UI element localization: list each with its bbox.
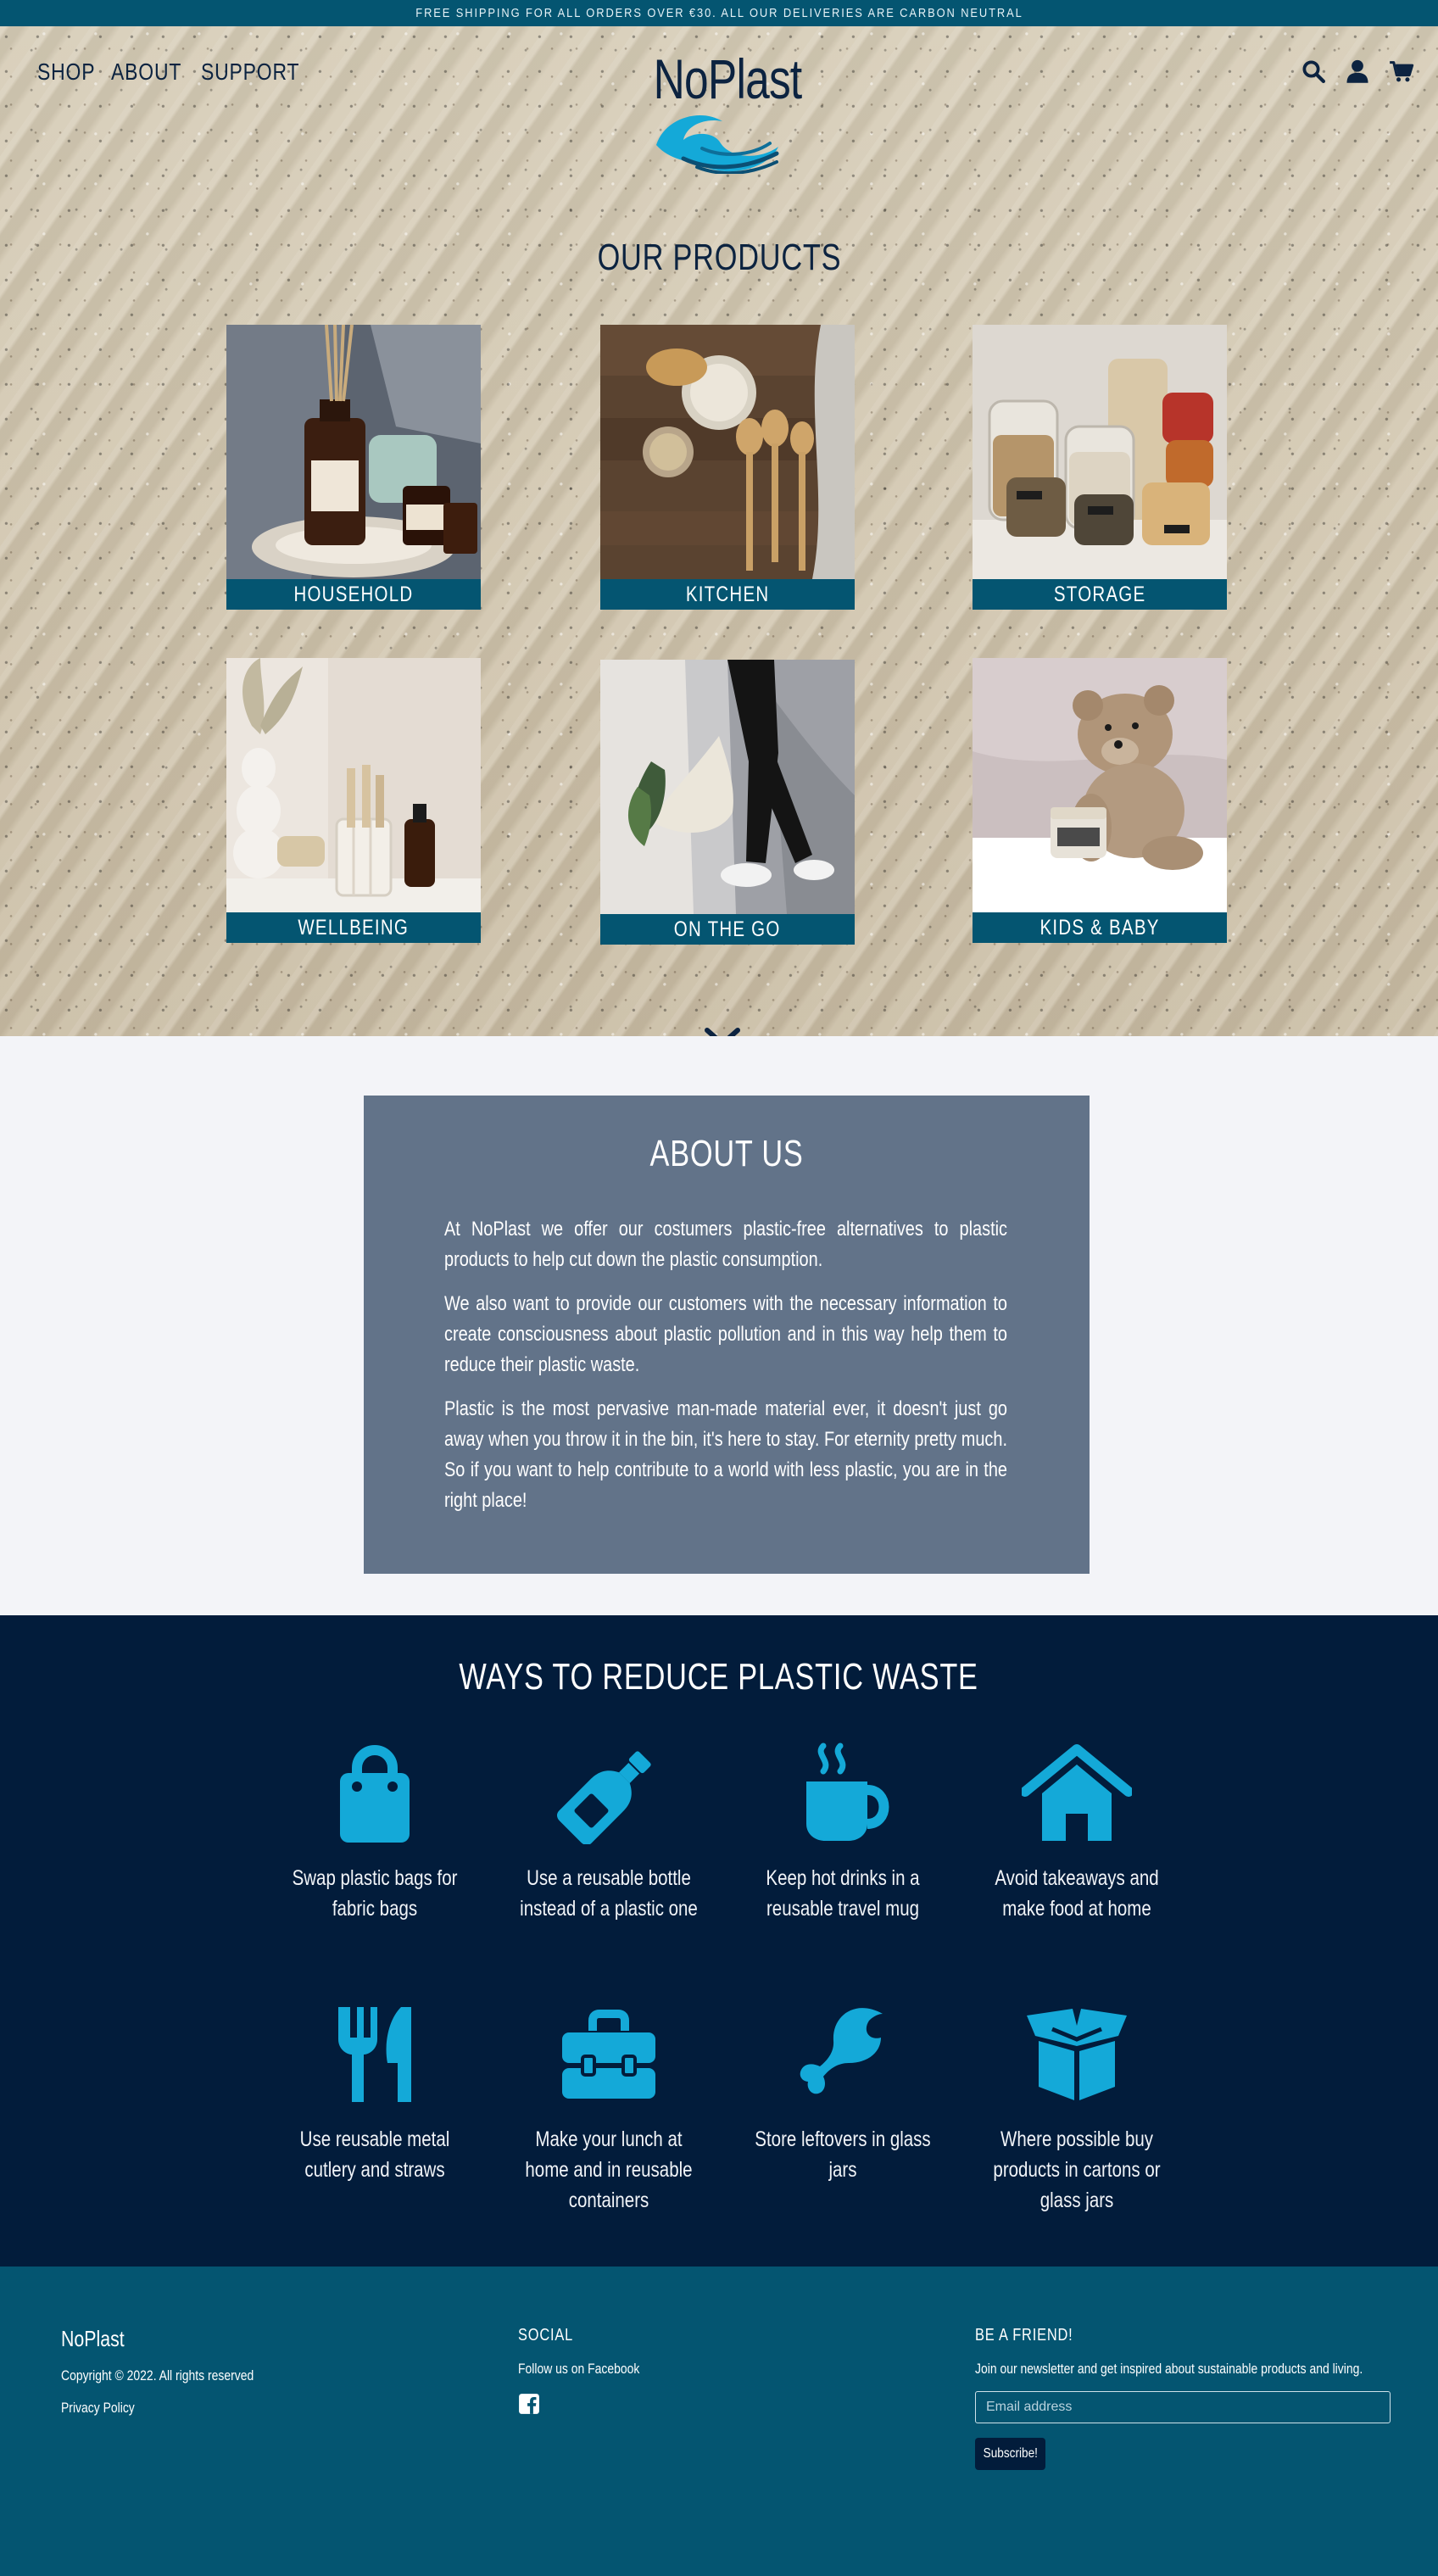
way-item: Avoid takeaways and make food at home (975, 1742, 1179, 1924)
bottle-icon (557, 1751, 651, 1844)
facebook-icon[interactable] (518, 2393, 540, 2415)
nav-link-support[interactable]: SUPPORT (201, 59, 299, 86)
search-icon[interactable] (1301, 59, 1326, 84)
category-label-household: HOUSEHOLD (226, 579, 481, 610)
footer-newsletter-column: BE A FRIEND! Join our newsletter and get… (975, 2326, 1438, 2470)
household-image (226, 325, 481, 579)
about-box: ABOUT US At NoPlast we offer our costume… (364, 1096, 1090, 1574)
logo-text: NoPlast (653, 47, 803, 110)
wellbeing-image (226, 658, 481, 912)
category-card-storage[interactable]: STORAGE (973, 325, 1227, 610)
copyright-text: Copyright © 2022. All rights reserved (61, 2367, 254, 2384)
category-card-household[interactable]: HOUSEHOLD (226, 325, 481, 610)
ways-title: WAYS TO REDUCE PLASTIC WASTE (459, 1656, 979, 1698)
hero-section: SHOP ABOUT SUPPORT NoPlast OUR PRODUCTS (0, 26, 1438, 1036)
category-card-kitchen[interactable]: KITCHEN (600, 325, 855, 610)
mug-hot-icon (806, 1742, 889, 1841)
subscribe-button[interactable]: Subscribe! (975, 2438, 1045, 2470)
way-text: Use a reusable bottle instead of a plast… (520, 1866, 698, 1921)
box-open-icon (1027, 2009, 1127, 2100)
utensils-icon (338, 2007, 411, 2102)
category-label-storage: STORAGE (973, 579, 1227, 610)
about-paragraph: Plastic is the most pervasive man-made m… (444, 1397, 1007, 1512)
category-card-kids-baby[interactable]: KIDS & BABY (973, 658, 1227, 943)
about-paragraph: We also want to provide our customers wi… (444, 1292, 1007, 1376)
footer-brand: NoPlast (61, 2326, 125, 2351)
way-text: Where possible buy products in cartons o… (993, 2127, 1161, 2212)
home-icon (1022, 1744, 1132, 1841)
on-the-go-image (600, 660, 855, 914)
way-text: Avoid takeaways and make food at home (995, 1866, 1159, 1921)
way-text: Use reusable metal cutlery and straws (299, 2127, 450, 2182)
about-text: At NoPlast we offer our costumers plasti… (444, 1214, 1007, 1530)
category-label-kitchen: KITCHEN (600, 579, 855, 610)
facebook-link-text[interactable]: Follow us on Facebook (518, 2361, 639, 2378)
category-label-kids-baby: KIDS & BABY (973, 912, 1227, 943)
wave-logo-icon (656, 114, 779, 174)
way-item: Make your lunch at home and in reusable … (507, 2004, 711, 2216)
category-label-on-the-go: ON THE GO (600, 914, 855, 945)
storage-image (973, 325, 1227, 579)
newsletter-text: Join our newsletter and get inspired abo… (975, 2361, 1363, 2377)
drumstick-icon (800, 2008, 883, 2094)
category-label-wellbeing: WELLBEING (226, 912, 481, 943)
main-nav: SHOP ABOUT SUPPORT (37, 59, 309, 86)
footer: NoPlast Copyright © 2022. All rights res… (0, 2267, 1438, 2576)
email-field[interactable] (975, 2391, 1391, 2423)
header-icons (1301, 59, 1414, 84)
way-item: Where possible buy products in cartons o… (975, 2004, 1179, 2216)
about-section: ABOUT US At NoPlast we offer our costume… (0, 1036, 1438, 1615)
footer-social-column: SOCIAL Follow us on Facebook (518, 2326, 666, 2415)
toolbox-icon (562, 2010, 655, 2099)
ways-section: WAYS TO REDUCE PLASTIC WASTE Swap plasti… (0, 1615, 1438, 2267)
way-item: Keep hot drinks in a reusable travel mug (741, 1742, 945, 1924)
way-item: Use a reusable bottle instead of a plast… (507, 1742, 711, 1924)
way-text: Make your lunch at home and in reusable … (525, 2127, 693, 2212)
nav-link-shop[interactable]: SHOP (37, 59, 95, 86)
way-text: Swap plastic bags for fabric bags (292, 1866, 458, 1921)
newsletter-heading: BE A FRIEND! (975, 2326, 1073, 2345)
way-text: Store leftovers in glass jars (755, 2127, 931, 2182)
way-text: Keep hot drinks in a reusable travel mug (766, 1866, 920, 1921)
chevron-down-icon[interactable] (704, 1025, 741, 1036)
cart-icon[interactable] (1389, 59, 1414, 84)
products-title: OUR PRODUCTS (597, 237, 841, 278)
shipping-banner-text: FREE SHIPPING FOR ALL ORDERS OVER €30. A… (415, 6, 1023, 20)
privacy-policy-link[interactable]: Privacy Policy (61, 2400, 254, 2417)
way-item: Store leftovers in glass jars (741, 2004, 945, 2185)
shipping-banner: FREE SHIPPING FOR ALL ORDERS OVER €30. A… (0, 0, 1438, 26)
way-item: Swap plastic bags for fabric bags (273, 1742, 477, 1924)
kitchen-image (600, 325, 855, 579)
category-card-on-the-go[interactable]: ON THE GO (600, 660, 855, 945)
footer-brand-column: NoPlast Copyright © 2022. All rights res… (61, 2326, 296, 2417)
social-heading: SOCIAL (518, 2326, 574, 2345)
nav-link-about[interactable]: ABOUT (111, 59, 181, 86)
about-paragraph: At NoPlast we offer our costumers plasti… (444, 1218, 1007, 1271)
user-icon[interactable] (1345, 59, 1370, 84)
category-card-wellbeing[interactable]: WELLBEING (226, 658, 481, 943)
shopping-bag-icon (340, 1745, 410, 1843)
way-item: Use reusable metal cutlery and straws (273, 2004, 477, 2185)
logo[interactable]: NoPlast (633, 47, 802, 174)
about-title: ABOUT US (649, 1133, 804, 1174)
kids-baby-image (973, 658, 1227, 912)
